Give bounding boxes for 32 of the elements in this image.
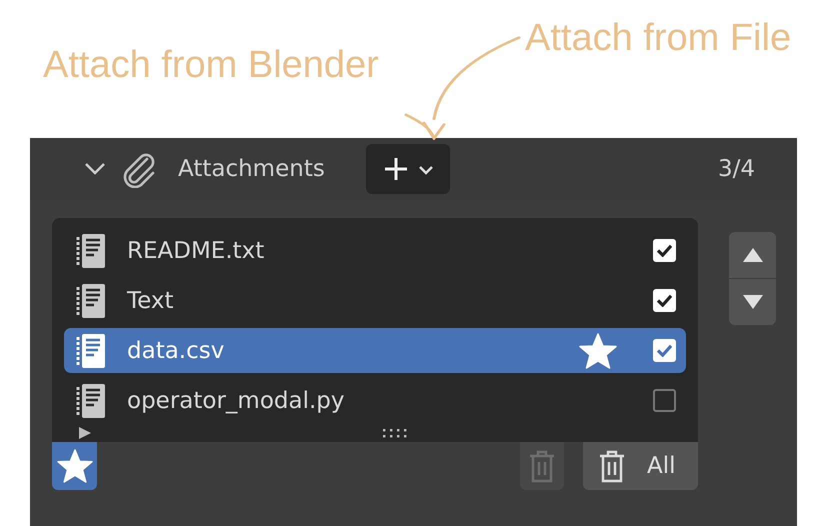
list-item[interactable]: data.csv <box>64 328 686 373</box>
file-name: operator_modal.py <box>127 388 345 414</box>
file-name: README.txt <box>127 238 264 264</box>
star-icon <box>56 449 92 483</box>
text-file-icon <box>76 332 106 368</box>
chevron-icon[interactable] <box>84 162 106 176</box>
check-icon <box>656 244 672 257</box>
panel-title: Attachments <box>178 156 325 182</box>
file-name: Text <box>127 288 174 314</box>
down-triangle-icon <box>742 294 764 310</box>
move-up-button[interactable] <box>729 232 776 278</box>
remove-all-button[interactable]: All <box>583 442 698 490</box>
favorite-toggle-button[interactable] <box>52 442 97 490</box>
annotation-text: Attach from File <box>525 17 792 60</box>
annotation-text: Attach from Blender <box>43 44 379 87</box>
expand-options-icon[interactable] <box>78 426 92 440</box>
check-icon <box>656 294 672 307</box>
list-item[interactable]: Text <box>64 278 686 323</box>
add-dropdown-button[interactable] <box>366 144 450 194</box>
file-name: data.csv <box>127 338 224 364</box>
trash-icon <box>527 449 557 483</box>
up-triangle-icon <box>742 247 764 263</box>
trash-icon <box>597 449 627 483</box>
text-file-icon <box>76 232 106 268</box>
text-file-icon <box>76 282 106 318</box>
list-item[interactable]: README.txt <box>64 228 686 273</box>
check-icon <box>656 344 672 357</box>
list-item[interactable]: operator_modal.py <box>64 378 686 423</box>
checkbox[interactable] <box>653 389 676 412</box>
text-file-icon <box>76 382 106 418</box>
move-down-button[interactable] <box>729 279 776 325</box>
count-label: 3/4 <box>718 156 755 182</box>
